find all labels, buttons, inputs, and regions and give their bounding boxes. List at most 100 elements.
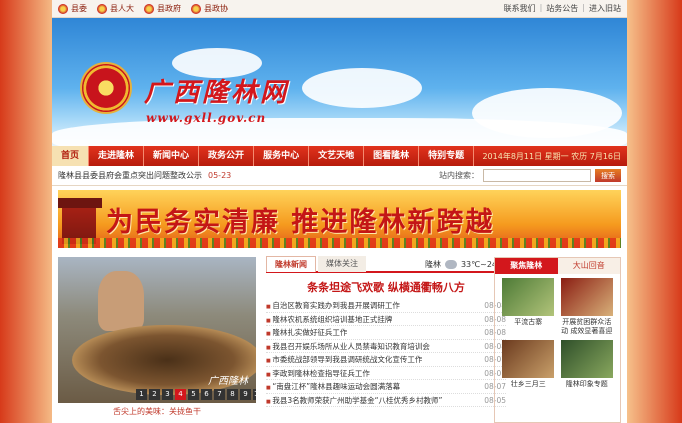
top-bar: 县委 县人大 县政府 县政协 联系我们 | 站务公告 | 进入旧站 — [52, 0, 627, 18]
news-title[interactable]: 隆林扎实做好征兵工作 — [266, 326, 347, 339]
top-links: 县委 县人大 县政府 县政协 — [58, 3, 228, 14]
nav-special-topics[interactable]: 特别专题 — [419, 146, 475, 166]
pager-item[interactable]: 7 — [214, 389, 225, 400]
news-item[interactable]: 隆林农机系统组织培训基地正式挂牌08-08 — [266, 313, 506, 326]
scenery-panel: 聚焦隆林 大山回音 平流古寨 开展贫困群众活动 成效显著喜迎 壮乡三月三 隆林印… — [494, 257, 621, 423]
scenery-tile[interactable]: 平流古寨 — [501, 278, 556, 336]
pager-item[interactable]: 9 — [240, 389, 251, 400]
tab-media-focus[interactable]: 媒体关注 — [318, 256, 366, 272]
tile-caption[interactable]: 开展贫困群众活动 成效显著喜迎 — [560, 318, 615, 336]
top-link-cppcc[interactable]: 县政协 — [191, 3, 228, 14]
top-link-peoples-congress[interactable]: 县人大 — [97, 3, 134, 14]
tab-mountain-echo[interactable]: 大山回音 — [557, 258, 620, 274]
national-emblem-logo — [80, 62, 132, 114]
separator: | — [582, 3, 585, 12]
site-announcement-link[interactable]: 站务公告 — [546, 3, 578, 14]
ticker-date: 05-23 — [208, 171, 232, 180]
pager-item[interactable]: 8 — [227, 389, 238, 400]
slogan-banner: 为民务实清廉 推进隆林新跨越 — [58, 190, 621, 248]
search-label: 站内搜索： — [439, 171, 479, 180]
pager-item[interactable]: 1 — [136, 389, 147, 400]
pager-item[interactable]: 5 — [188, 389, 199, 400]
top-link-county-government[interactable]: 县政府 — [144, 3, 181, 14]
slogan-text: 为民务实清廉 推进隆林新跨越 — [106, 207, 495, 238]
scenery-tabs: 聚焦隆林 大山回音 — [495, 258, 620, 274]
tile-image[interactable] — [502, 278, 555, 316]
top-link-label: 县人大 — [110, 4, 134, 13]
top-link-label: 县政府 — [157, 4, 181, 13]
tile-image[interactable] — [502, 340, 555, 378]
nav-home[interactable]: 首页 — [52, 146, 90, 166]
news-headline[interactable]: 条条坦途飞欢歌 纵横通衢畅八方 — [266, 279, 506, 295]
tile-caption[interactable]: 壮乡三月三 — [511, 380, 546, 398]
party-emblem-icon — [58, 3, 68, 14]
tab-longlin-news[interactable]: 隆林新闻 — [266, 256, 316, 272]
news-tabs: 隆林新闻 媒体关注 隆林 33℃~24℃ — [266, 256, 506, 273]
tab-focus-longlin[interactable]: 聚焦隆林 — [495, 258, 558, 274]
national-emblem-icon — [144, 3, 154, 14]
featured-photo[interactable]: 广西隆林 1 2 3 4 5 6 7 8 9 10 — [58, 257, 256, 403]
scenery-tile[interactable]: 开展贫困群众活动 成效显著喜迎 — [560, 278, 615, 336]
pager-item-active[interactable]: 4 — [175, 389, 186, 400]
pager-item[interactable]: 10 — [253, 389, 256, 400]
top-link-county-committee[interactable]: 县委 — [58, 3, 87, 14]
ticker-headline[interactable]: 隆林县县委县府会重点突出问题整改公示 — [58, 170, 202, 181]
search-input[interactable] — [483, 169, 591, 182]
old-site-link[interactable]: 进入旧站 — [589, 3, 621, 14]
news-item[interactable]: 市委统战部领导到我县调研统战文化宣传工作08-07 — [266, 353, 506, 367]
search-button[interactable]: 搜索 — [595, 169, 621, 182]
news-ticker: 隆林县县委县府会重点突出问题整改公示 05-23 站内搜索： 搜索 — [52, 166, 627, 186]
news-title[interactable]: 自治区教育实践办到我县开展调研工作 — [266, 299, 400, 312]
cppcc-emblem-icon — [191, 3, 201, 14]
nav-arts[interactable]: 文艺天地 — [309, 146, 365, 166]
cloud — [52, 118, 627, 146]
top-link-label: 县委 — [71, 4, 87, 13]
tile-image[interactable] — [560, 340, 613, 378]
news-title[interactable]: 市委统战部领导到我县调研统战文化宣传工作 — [266, 353, 422, 366]
page: 县委 县人大 县政府 县政协 联系我们 | 站务公告 | 进入旧站 广西隆林网 … — [52, 0, 627, 423]
news-item[interactable]: 自治区教育实践办到我县开展调研工作08-08 — [266, 299, 506, 313]
header-banner: 广西隆林网 www.gxll.gov.cn — [52, 18, 627, 146]
news-list: 自治区教育实践办到我县开展调研工作08-08 隆林农机系统组织培训基地正式挂牌0… — [266, 299, 506, 407]
news-title[interactable]: 李政到隆林检查指导征兵工作 — [266, 367, 370, 380]
national-emblem-icon — [97, 3, 107, 14]
news-title[interactable]: 我县3名教师荣获广州助学基金“八桂优秀乡村教师” — [266, 394, 442, 407]
nav-photo-longlin[interactable]: 图看隆林 — [364, 146, 420, 166]
tile-caption[interactable]: 平流古寨 — [514, 318, 542, 336]
site-title: 广西隆林网 — [144, 78, 290, 108]
pager-item[interactable]: 6 — [201, 389, 212, 400]
site-url: www.gxll.gov.cn — [146, 111, 267, 125]
news-item[interactable]: 我县召开娱乐场所从业人员禁毒知识教育培训会08-08 — [266, 340, 506, 353]
scenery-tile[interactable]: 壮乡三月三 — [501, 340, 556, 398]
news-title[interactable]: 隆林农机系统组织培训基地正式挂牌 — [266, 313, 392, 326]
pager-item[interactable]: 3 — [162, 389, 173, 400]
news-title[interactable]: 我县召开娱乐场所从业人员禁毒知识教育培训会 — [266, 340, 430, 353]
cloud-icon — [444, 259, 457, 269]
scenery-tile[interactable]: 隆林印象专题 — [560, 340, 615, 398]
news-item[interactable]: “南盘江杯”隆林县趣味运动会圆满落幕08-07 — [266, 380, 506, 394]
tile-image[interactable] — [560, 278, 613, 316]
news-item[interactable]: 隆林扎实做好征兵工作08-08 — [266, 326, 506, 340]
nav-service-center[interactable]: 服务中心 — [254, 146, 310, 166]
nav-government-affairs[interactable]: 政务公开 — [199, 146, 255, 166]
nav-news-center[interactable]: 新闻中心 — [144, 146, 200, 166]
photo-person — [98, 271, 144, 331]
photo-pager: 1 2 3 4 5 6 7 8 9 10 — [136, 389, 256, 400]
flower-border — [58, 238, 621, 248]
top-link-label: 县政协 — [204, 4, 228, 13]
separator: | — [539, 3, 543, 12]
news-item[interactable]: 我县3名教师荣获广州助学基金“八桂优秀乡村教师”08-05 — [266, 394, 506, 407]
current-date: 2014年8月11日 星期一 农历 7月16日 — [482, 151, 621, 161]
tile-caption[interactable]: 隆林印象专题 — [566, 380, 608, 398]
utility-links: 联系我们 | 站务公告 | 进入旧站 — [504, 3, 621, 14]
contact-us-link[interactable]: 联系我们 — [504, 3, 536, 14]
news-item[interactable]: 李政到隆林检查指导征兵工作08-07 — [266, 367, 506, 380]
pager-item[interactable]: 2 — [149, 389, 160, 400]
photo-watermark: 广西隆林 — [208, 376, 248, 387]
main-nav: 首页 走进隆林 新闻中心 政务公开 服务中心 文艺天地 图看隆林 特别专题 20… — [52, 146, 627, 166]
news-title[interactable]: “南盘江杯”隆林县趣味运动会圆满落幕 — [266, 380, 400, 393]
photo-caption[interactable]: 舌尖上的美味：关拢鱼干 — [58, 406, 256, 417]
weather-city: 隆林 — [424, 259, 441, 269]
nav-about-longlin[interactable]: 走进隆林 — [89, 146, 145, 166]
news-panel: 隆林新闻 媒体关注 隆林 33℃~24℃ 条条坦途飞欢歌 纵横通衢畅八方 自治区… — [266, 256, 506, 423]
